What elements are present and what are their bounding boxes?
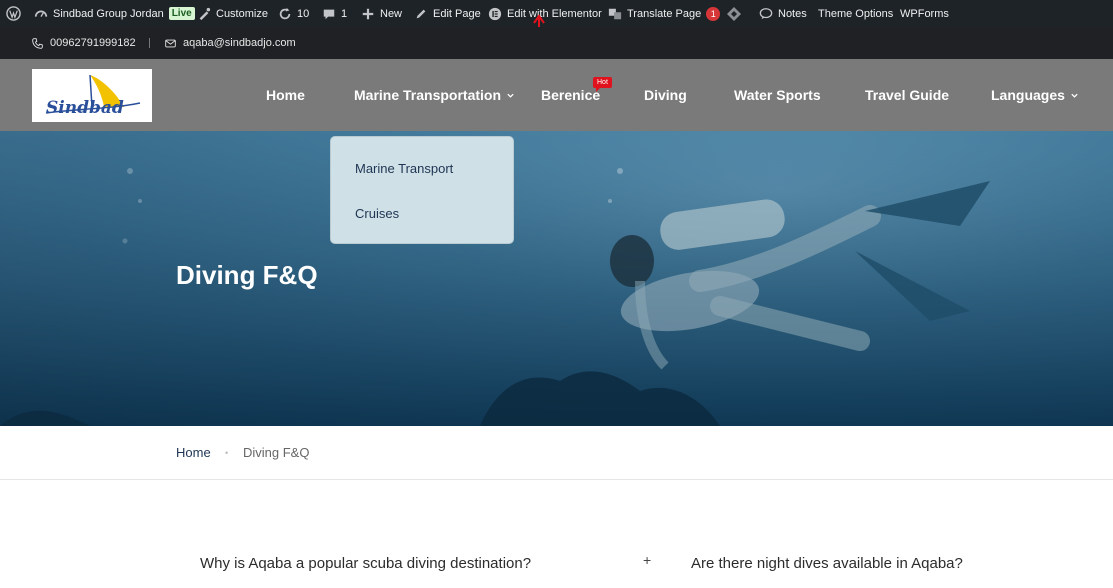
comments-link[interactable]: 1 bbox=[322, 0, 347, 27]
nav-travel-guide[interactable]: Travel Guide bbox=[865, 59, 949, 131]
nav-water-sports-label: Water Sports bbox=[734, 87, 821, 103]
envelope-icon bbox=[165, 39, 176, 47]
diamond-icon bbox=[727, 6, 741, 21]
hero-banner: Diving F&Q bbox=[0, 131, 1113, 426]
elementor-icon bbox=[488, 7, 502, 20]
speech-bubble-icon bbox=[759, 7, 773, 19]
nav-languages-label: Languages bbox=[991, 87, 1065, 103]
chevron-down-icon bbox=[1071, 93, 1078, 98]
site-logo[interactable]: Sindbad bbox=[32, 69, 152, 122]
nav-berenice[interactable]: Berenice bbox=[541, 59, 600, 131]
edit-page-label: Edit Page bbox=[433, 7, 481, 20]
dropdown-item-marine-transport[interactable]: Marine Transport bbox=[355, 161, 453, 176]
diver-background-image bbox=[0, 131, 1113, 426]
diamond-menu[interactable] bbox=[726, 0, 742, 27]
notes-label: Notes bbox=[778, 7, 807, 20]
chevron-down-icon bbox=[507, 93, 514, 98]
comments-count: 1 bbox=[341, 7, 348, 20]
faq-question-1[interactable]: Why is Aqaba a popular scuba diving dest… bbox=[200, 555, 531, 572]
faq-question-2[interactable]: Are there night dives available in Aqaba… bbox=[691, 555, 963, 572]
updates-link[interactable]: 10 bbox=[278, 0, 309, 27]
site-name: Sindbad Group Jordan bbox=[53, 7, 164, 20]
nav-marine-transportation[interactable]: Marine Transportation bbox=[354, 59, 515, 131]
edit-elementor-label: Edit with Elementor bbox=[507, 7, 602, 20]
page-title: Diving F&Q bbox=[176, 260, 318, 290]
edit-page-link[interactable]: Edit Page bbox=[414, 0, 481, 27]
contact-divider bbox=[149, 38, 150, 48]
hot-badge: Hot bbox=[593, 77, 612, 92]
phone-link[interactable]: 00962791999182 bbox=[32, 27, 136, 59]
wordpress-logo-icon[interactable] bbox=[6, 0, 21, 27]
translate-icon bbox=[608, 8, 622, 19]
breadcrumb-current: Diving F&Q bbox=[243, 445, 310, 460]
marine-transportation-dropdown: Marine Transport Cruises bbox=[330, 136, 514, 244]
pencil-icon bbox=[416, 9, 426, 18]
dropdown-item-cruises[interactable]: Cruises bbox=[355, 206, 399, 221]
phone-icon bbox=[32, 37, 43, 49]
new-label: New bbox=[380, 7, 403, 20]
customize-link[interactable]: Customize bbox=[197, 0, 268, 27]
breadcrumb-home[interactable]: Home bbox=[176, 426, 211, 479]
updates-count: 10 bbox=[297, 7, 310, 20]
wp-admin-bar: Sindbad Group Jordan Live Customize 10 1… bbox=[0, 0, 1113, 54]
updates-icon bbox=[279, 7, 291, 19]
email-address: aqaba@sindbadjo.com bbox=[183, 37, 296, 49]
nav-diving-label: Diving bbox=[644, 87, 687, 103]
brush-icon bbox=[199, 7, 211, 20]
wpforms-link[interactable]: WPForms bbox=[900, 0, 949, 27]
phone-number: 00962791999182 bbox=[50, 37, 136, 49]
faq-toggle-plus[interactable]: + bbox=[643, 552, 651, 568]
new-content-link[interactable]: New bbox=[361, 0, 402, 27]
nav-marine-label: Marine Transportation bbox=[354, 87, 502, 103]
sindbad-logo-icon: Sindbad bbox=[45, 74, 141, 118]
nav-home[interactable]: Home bbox=[266, 59, 305, 131]
translate-label: Translate Page bbox=[627, 7, 702, 20]
email-link[interactable]: aqaba@sindbadjo.com bbox=[165, 27, 296, 59]
plus-icon bbox=[362, 8, 374, 19]
notes-link[interactable]: Notes bbox=[759, 0, 807, 27]
live-badge: Live bbox=[168, 7, 195, 20]
wpforms-label: WPForms bbox=[900, 7, 949, 20]
breadcrumb: Home • Diving F&Q bbox=[0, 426, 1113, 480]
nav-water-sports[interactable]: Water Sports bbox=[734, 59, 821, 131]
nav-berenice-label: Berenice bbox=[541, 87, 601, 103]
svg-text:Sindbad: Sindbad bbox=[46, 98, 124, 118]
translate-page-link[interactable]: Translate Page 1 bbox=[608, 0, 721, 27]
nav-travel-guide-label: Travel Guide bbox=[865, 87, 950, 103]
theme-options-label: Theme Options bbox=[818, 7, 894, 20]
nav-languages[interactable]: Languages bbox=[991, 59, 1079, 131]
main-navigation: Sindbad Home Marine Transportation Beren… bbox=[0, 59, 1113, 131]
contact-bar: 00962791999182 aqaba@sindbadjo.com bbox=[0, 27, 1113, 59]
dashboard-icon bbox=[34, 10, 48, 17]
theme-options-link[interactable]: Theme Options bbox=[818, 0, 893, 27]
comment-icon bbox=[323, 9, 335, 19]
customize-label: Customize bbox=[216, 7, 268, 20]
site-name-menu[interactable]: Sindbad Group Jordan Live bbox=[34, 0, 195, 27]
nav-diving[interactable]: Diving bbox=[644, 59, 687, 131]
nav-home-label: Home bbox=[266, 87, 305, 103]
translate-count-badge: 1 bbox=[706, 6, 721, 21]
breadcrumb-separator: • bbox=[225, 447, 229, 458]
